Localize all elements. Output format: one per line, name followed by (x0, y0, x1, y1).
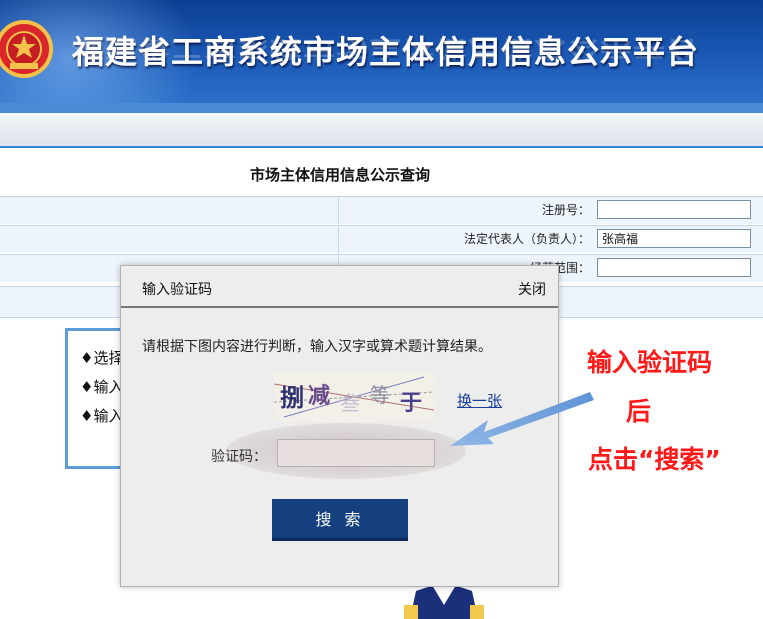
captcha-image: 捌 减 叁 等 于 (274, 372, 434, 422)
tip-line-1: ♦选择 (80, 349, 124, 367)
captcha-code-input[interactable] (277, 439, 435, 467)
dialog-instruction: 请根据下图内容进行判断，输入汉字或算术题计算结果。 (142, 339, 492, 355)
dialog-header: 输入验证码 关闭 (121, 266, 558, 308)
annotation-arrow-icon (450, 392, 594, 446)
form-row-legal-rep: 法定代表人（负责人）： 张高福 (0, 225, 763, 253)
registration-label: 注册号： (338, 197, 594, 224)
banner-title-reflection: 福建省工商系统市场主体信用信息公示平台 (72, 35, 700, 62)
banner-bottom-strip (0, 103, 763, 113)
tip-line-2: ♦输入 (80, 378, 124, 396)
tip-line-3: ♦输入 (80, 407, 124, 425)
svg-text:等: 等 (370, 383, 390, 407)
form-row-registration: 注册号： (0, 196, 763, 224)
annotation-line-2: 后 (626, 397, 652, 426)
legal-rep-input[interactable]: 张高福 (597, 229, 751, 248)
page-title: 市场主体信用信息公示查询 (249, 166, 430, 184)
svg-text:捌: 捌 (280, 384, 304, 412)
national-emblem-icon (0, 20, 53, 78)
dialog-title: 输入验证码 (142, 282, 212, 298)
search-button[interactable]: 搜 索 (272, 499, 408, 541)
legal-rep-label: 法定代表人（负责人）： (338, 226, 594, 253)
mascot-figure (404, 585, 484, 619)
business-scope-input[interactable] (597, 258, 751, 277)
close-button[interactable]: 关闭 (518, 279, 546, 299)
menu-bar (0, 113, 763, 148)
header-banner: 福建省工商系统市场主体信用信息公示平台 福建省工商系统市场主体信用信息公示平台 (0, 0, 763, 113)
registration-input[interactable] (597, 200, 751, 219)
annotation-line-1: 输入验证码 (587, 348, 713, 377)
captcha-code-label: 验证码： (211, 449, 267, 465)
svg-text:叁: 叁 (340, 391, 360, 415)
svg-text:于: 于 (400, 391, 422, 416)
annotation-line-3: 点击“搜索” (588, 445, 721, 474)
svg-text:减: 减 (308, 383, 330, 409)
